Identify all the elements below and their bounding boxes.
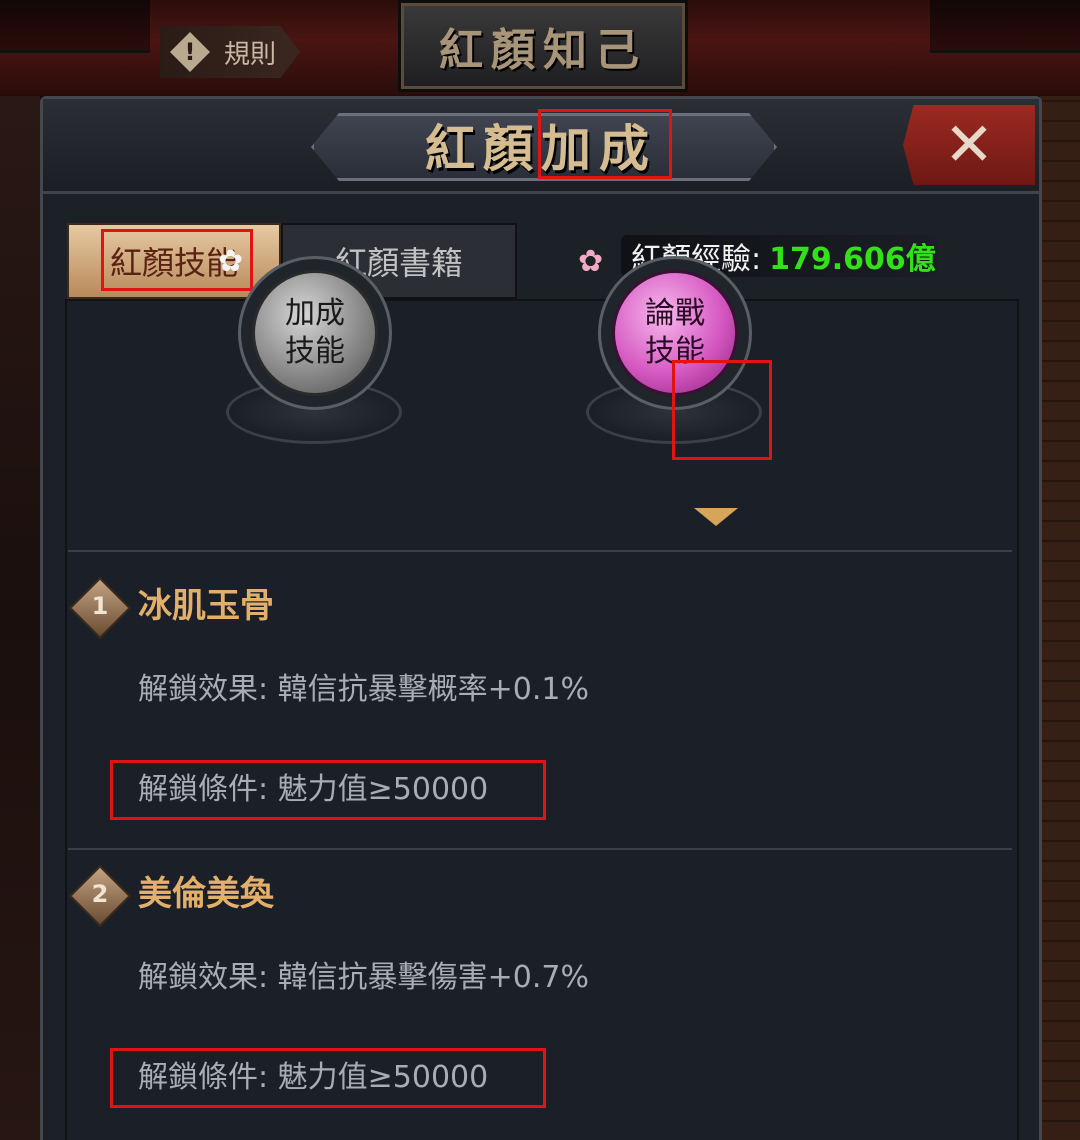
divider: [68, 848, 1012, 850]
close-button[interactable]: ✕: [903, 105, 1035, 185]
top-ornament-right: [930, 0, 1080, 53]
flower-icon: ✿: [218, 244, 244, 279]
dialog-header: 紅顏加成 ✕: [43, 99, 1039, 194]
skill-name: 美倫美奐: [138, 874, 274, 914]
background-left-strip: [0, 96, 40, 1140]
selection-arrow-icon: [694, 508, 738, 526]
highlight-box-orb: [672, 360, 772, 460]
top-ornament-left: [0, 0, 150, 53]
rules-button[interactable]: ! 規則: [160, 26, 300, 78]
highlight-box-condition: [110, 1048, 546, 1108]
orb-button-grey: 加成 技能: [252, 270, 378, 396]
experience-value: 179.606億: [769, 242, 936, 277]
skill-name: 冰肌玉骨: [138, 586, 274, 626]
flower-icon: ✿: [578, 244, 604, 279]
exclamation-icon: !: [170, 32, 210, 72]
orb-label-line1: 論戰: [645, 296, 705, 331]
orb-label-line1: 加成: [285, 296, 345, 331]
banner-title: 紅顏知己: [439, 25, 647, 76]
skill-number: 2: [91, 880, 109, 908]
highlight-box-title: [538, 109, 672, 179]
orb-label-line2: 技能: [285, 334, 345, 369]
rules-label: 規則: [224, 39, 277, 70]
skills-content: [65, 299, 1019, 1140]
divider: [68, 550, 1012, 552]
background-right-strip: [1040, 96, 1080, 1140]
page-banner: 紅顏知己: [398, 0, 688, 92]
skill-effect: 解鎖效果: 韓信抗暴擊傷害+0.7%: [138, 960, 589, 995]
skill-type-bonus[interactable]: 加成 技能 ✿: [212, 230, 412, 444]
title-part-1: 紅顏: [425, 119, 541, 178]
skill-effect: 解鎖效果: 韓信抗暴擊概率+0.1%: [138, 672, 589, 707]
close-icon: ✕: [943, 110, 995, 180]
highlight-box-condition: [110, 760, 546, 820]
skill-number: 1: [91, 592, 109, 620]
